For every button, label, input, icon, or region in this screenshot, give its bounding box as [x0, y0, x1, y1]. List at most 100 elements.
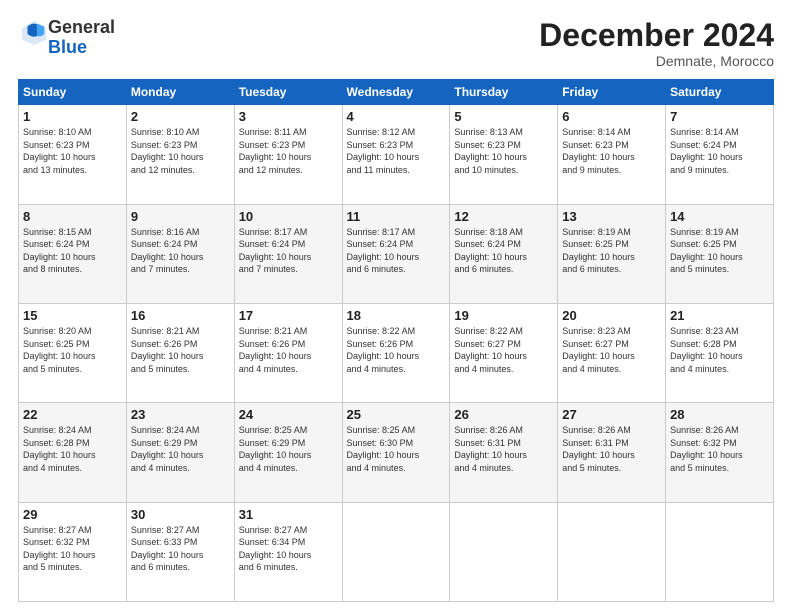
day-info: Sunrise: 8:11 AM Sunset: 6:23 PM Dayligh…	[239, 126, 338, 176]
calendar-cell: 7Sunrise: 8:14 AM Sunset: 6:24 PM Daylig…	[666, 105, 774, 204]
day-number: 31	[239, 507, 338, 522]
calendar-cell: 15 Sunrise: 8:20 AM Sunset: 6:25 PM Dayli…	[19, 303, 127, 402]
day-info: Sunrise: 8:16 AM Sunset: 6:24 PM Dayligh…	[131, 226, 230, 276]
calendar-week-row: 15 Sunrise: 8:20 AM Sunset: 6:25 PM Dayli…	[19, 303, 774, 402]
day-info: Sunrise: 8:14 AM Sunset: 6:23 PM Dayligh…	[562, 126, 661, 176]
calendar-cell: 31 Sunrise: 8:27 AM Sunset: 6:34 PM Dayli…	[234, 502, 342, 601]
day-header-sunday: Sunday	[19, 80, 127, 105]
day-number: 16	[131, 308, 230, 323]
day-info: Sunrise: 8:26 AM Sunset: 6:32 PM Dayligh…	[670, 424, 769, 474]
day-info: Sunrise: 8:27 AM Sunset: 6:34 PM Dayligh…	[239, 524, 338, 574]
day-number: 7	[670, 109, 769, 124]
day-number: 10	[239, 209, 338, 224]
day-number: 14	[670, 209, 769, 224]
day-info: Sunrise: 8:22 AM Sunset: 6:26 PM Dayligh…	[347, 325, 446, 375]
day-header-saturday: Saturday	[666, 80, 774, 105]
day-number: 29	[23, 507, 122, 522]
calendar-cell	[450, 502, 558, 601]
day-number: 15	[23, 308, 122, 323]
day-info: Sunrise: 8:10 AM Sunset: 6:23 PM Dayligh…	[23, 126, 122, 176]
day-info: Sunrise: 8:27 AM Sunset: 6:32 PM Dayligh…	[23, 524, 122, 574]
calendar-cell	[666, 502, 774, 601]
calendar-cell: 17 Sunrise: 8:21 AM Sunset: 6:26 PM Dayli…	[234, 303, 342, 402]
day-number: 5	[454, 109, 553, 124]
day-info: Sunrise: 8:20 AM Sunset: 6:25 PM Dayligh…	[23, 325, 122, 375]
calendar-cell: 19 Sunrise: 8:22 AM Sunset: 6:27 PM Dayli…	[450, 303, 558, 402]
calendar-header-row: SundayMondayTuesdayWednesdayThursdayFrid…	[19, 80, 774, 105]
day-info: Sunrise: 8:25 AM Sunset: 6:29 PM Dayligh…	[239, 424, 338, 474]
day-number: 23	[131, 407, 230, 422]
day-info: Sunrise: 8:19 AM Sunset: 6:25 PM Dayligh…	[562, 226, 661, 276]
calendar-cell: 16Sunrise: 8:21 AM Sunset: 6:26 PM Dayli…	[126, 303, 234, 402]
day-number: 25	[347, 407, 446, 422]
logo-icon	[20, 19, 48, 47]
calendar-cell: 1 Sunrise: 8:10 AM Sunset: 6:23 PM Daylig…	[19, 105, 127, 204]
day-number: 12	[454, 209, 553, 224]
calendar-cell	[342, 502, 450, 601]
day-number: 24	[239, 407, 338, 422]
day-info: Sunrise: 8:17 AM Sunset: 6:24 PM Dayligh…	[347, 226, 446, 276]
calendar-cell: 9Sunrise: 8:16 AM Sunset: 6:24 PM Daylig…	[126, 204, 234, 303]
calendar-cell	[558, 502, 666, 601]
month-title: December 2024	[539, 18, 774, 53]
day-header-thursday: Thursday	[450, 80, 558, 105]
day-info: Sunrise: 8:25 AM Sunset: 6:30 PM Dayligh…	[347, 424, 446, 474]
calendar-cell: 29 Sunrise: 8:27 AM Sunset: 6:32 PM Dayli…	[19, 502, 127, 601]
calendar-cell: 8 Sunrise: 8:15 AM Sunset: 6:24 PM Daylig…	[19, 204, 127, 303]
day-number: 18	[347, 308, 446, 323]
page: General Blue December 2024 Demnate, Moro…	[0, 0, 792, 612]
day-number: 13	[562, 209, 661, 224]
calendar-week-row: 22 Sunrise: 8:24 AM Sunset: 6:28 PM Dayli…	[19, 403, 774, 502]
day-number: 11	[347, 209, 446, 224]
calendar-cell: 2 Sunrise: 8:10 AM Sunset: 6:23 PM Daylig…	[126, 105, 234, 204]
day-header-friday: Friday	[558, 80, 666, 105]
day-info: Sunrise: 8:24 AM Sunset: 6:28 PM Dayligh…	[23, 424, 122, 474]
day-info: Sunrise: 8:24 AM Sunset: 6:29 PM Dayligh…	[131, 424, 230, 474]
day-info: Sunrise: 8:21 AM Sunset: 6:26 PM Dayligh…	[239, 325, 338, 375]
calendar-cell: 23 Sunrise: 8:24 AM Sunset: 6:29 PM Dayli…	[126, 403, 234, 502]
calendar-cell: 28 Sunrise: 8:26 AM Sunset: 6:32 PM Dayli…	[666, 403, 774, 502]
calendar-table: SundayMondayTuesdayWednesdayThursdayFrid…	[18, 79, 774, 602]
day-number: 1	[23, 109, 122, 124]
day-number: 3	[239, 109, 338, 124]
calendar-cell: 11 Sunrise: 8:17 AM Sunset: 6:24 PM Dayli…	[342, 204, 450, 303]
day-info: Sunrise: 8:27 AM Sunset: 6:33 PM Dayligh…	[131, 524, 230, 574]
calendar-cell: 22 Sunrise: 8:24 AM Sunset: 6:28 PM Dayli…	[19, 403, 127, 502]
day-number: 28	[670, 407, 769, 422]
day-number: 22	[23, 407, 122, 422]
day-number: 6	[562, 109, 661, 124]
calendar-week-row: 1 Sunrise: 8:10 AM Sunset: 6:23 PM Daylig…	[19, 105, 774, 204]
calendar-cell: 13 Sunrise: 8:19 AM Sunset: 6:25 PM Dayli…	[558, 204, 666, 303]
calendar-week-row: 8 Sunrise: 8:15 AM Sunset: 6:24 PM Daylig…	[19, 204, 774, 303]
calendar-cell: 6 Sunrise: 8:14 AM Sunset: 6:23 PM Daylig…	[558, 105, 666, 204]
calendar-cell: 3 Sunrise: 8:11 AM Sunset: 6:23 PM Daylig…	[234, 105, 342, 204]
day-number: 2	[131, 109, 230, 124]
day-info: Sunrise: 8:15 AM Sunset: 6:24 PM Dayligh…	[23, 226, 122, 276]
calendar-cell: 10 Sunrise: 8:17 AM Sunset: 6:24 PM Dayli…	[234, 204, 342, 303]
calendar-cell: 27Sunrise: 8:26 AM Sunset: 6:31 PM Dayli…	[558, 403, 666, 502]
day-info: Sunrise: 8:23 AM Sunset: 6:27 PM Dayligh…	[562, 325, 661, 375]
calendar-cell: 30Sunrise: 8:27 AM Sunset: 6:33 PM Dayli…	[126, 502, 234, 601]
day-number: 19	[454, 308, 553, 323]
calendar-cell: 14Sunrise: 8:19 AM Sunset: 6:25 PM Dayli…	[666, 204, 774, 303]
day-info: Sunrise: 8:22 AM Sunset: 6:27 PM Dayligh…	[454, 325, 553, 375]
day-number: 17	[239, 308, 338, 323]
day-header-tuesday: Tuesday	[234, 80, 342, 105]
day-number: 21	[670, 308, 769, 323]
day-info: Sunrise: 8:18 AM Sunset: 6:24 PM Dayligh…	[454, 226, 553, 276]
logo: General Blue	[18, 18, 115, 58]
calendar-cell: 21Sunrise: 8:23 AM Sunset: 6:28 PM Dayli…	[666, 303, 774, 402]
day-number: 26	[454, 407, 553, 422]
calendar-cell: 18 Sunrise: 8:22 AM Sunset: 6:26 PM Dayli…	[342, 303, 450, 402]
day-info: Sunrise: 8:13 AM Sunset: 6:23 PM Dayligh…	[454, 126, 553, 176]
location-subtitle: Demnate, Morocco	[539, 53, 774, 69]
day-info: Sunrise: 8:10 AM Sunset: 6:23 PM Dayligh…	[131, 126, 230, 176]
day-info: Sunrise: 8:12 AM Sunset: 6:23 PM Dayligh…	[347, 126, 446, 176]
day-header-wednesday: Wednesday	[342, 80, 450, 105]
calendar-week-row: 29 Sunrise: 8:27 AM Sunset: 6:32 PM Dayli…	[19, 502, 774, 601]
calendar-cell: 12 Sunrise: 8:18 AM Sunset: 6:24 PM Dayli…	[450, 204, 558, 303]
day-info: Sunrise: 8:17 AM Sunset: 6:24 PM Dayligh…	[239, 226, 338, 276]
day-number: 8	[23, 209, 122, 224]
title-area: December 2024 Demnate, Morocco	[539, 18, 774, 69]
calendar-cell: 5 Sunrise: 8:13 AM Sunset: 6:23 PM Daylig…	[450, 105, 558, 204]
